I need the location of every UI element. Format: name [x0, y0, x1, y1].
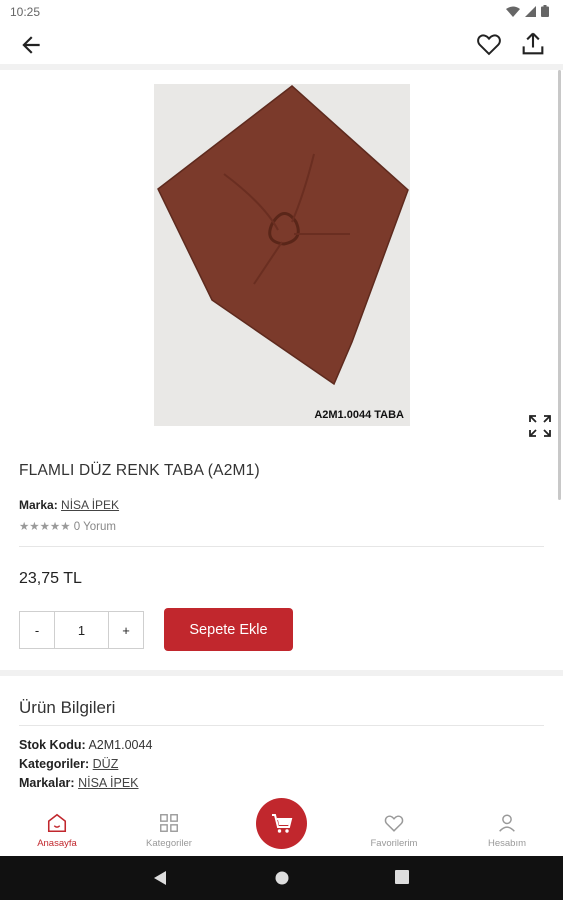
quantity-input[interactable]: 1: [54, 612, 109, 648]
system-back-icon[interactable]: [153, 870, 167, 886]
category-link[interactable]: DÜZ: [93, 757, 119, 771]
header-divider: [0, 64, 563, 70]
brands-link[interactable]: NİSA İPEK: [78, 776, 138, 790]
scarf-image: [157, 85, 409, 386]
system-navigation-bar: [0, 856, 563, 900]
share-upload-icon[interactable]: [519, 30, 547, 58]
brands-row: Markalar: NİSA İPEK: [19, 776, 139, 790]
status-time: 10:25: [10, 5, 41, 19]
brands-label: Markalar:: [19, 776, 75, 790]
nav-categories-label: Kategoriler: [146, 838, 192, 849]
shopping-cart-icon: [271, 813, 292, 833]
brand-link[interactable]: NİSA İPEK: [61, 498, 119, 512]
image-caption: A2M1.0044 TABA: [314, 409, 404, 421]
product-title: FLAMLI DÜZ RENK TABA (A2M1): [19, 462, 260, 479]
nav-account[interactable]: Hesabım: [462, 812, 552, 849]
rating-stars: ★★★★★: [19, 521, 71, 533]
nav-account-label: Hesabım: [487, 838, 526, 849]
brand-label: Marka:: [19, 498, 58, 512]
signal-icon: [525, 5, 536, 17]
nav-favorites-label: Favorilerim: [370, 838, 418, 849]
stock-code-row: Stok Kodu: A2M1.0044: [19, 738, 152, 752]
category-label: Kategoriler:: [19, 757, 90, 771]
system-home-icon[interactable]: [274, 870, 290, 886]
nav-home-label: Anasayfa: [37, 838, 77, 849]
product-price: 23,75 TL: [19, 570, 82, 587]
nav-categories[interactable]: Kategoriler: [124, 812, 214, 849]
user-icon: [499, 814, 515, 832]
divider: [19, 546, 544, 547]
nav-home[interactable]: Anasayfa: [12, 812, 102, 849]
add-to-cart-button[interactable]: Sepete Ekle: [164, 608, 293, 651]
stock-code-label: Stok Kodu:: [19, 738, 86, 752]
rating-row[interactable]: ★★★★★ 0 Yorum: [19, 519, 116, 533]
fullscreen-expand-icon[interactable]: [528, 414, 552, 438]
scrollbar[interactable]: [558, 70, 561, 500]
system-recents-icon[interactable]: [395, 870, 409, 884]
back-arrow-icon[interactable]: [18, 32, 44, 58]
wifi-icon: [506, 6, 520, 17]
product-image[interactable]: A2M1.0044 TABA: [154, 84, 410, 426]
status-icons: [506, 5, 549, 17]
quantity-stepper: - 1 +: [19, 611, 144, 649]
brand-row: Marka: NİSA İPEK: [19, 498, 119, 512]
status-bar: 10:25: [0, 0, 563, 24]
section-divider: [0, 670, 563, 676]
divider: [19, 725, 544, 726]
increase-quantity-button[interactable]: +: [109, 612, 143, 648]
decrease-quantity-button[interactable]: -: [20, 612, 54, 648]
home-icon: [47, 813, 67, 833]
heart-icon: [384, 815, 404, 832]
nav-favorites[interactable]: Favorilerim: [349, 812, 439, 849]
stock-code-value: A2M1.0044: [88, 738, 153, 752]
battery-icon: [541, 5, 549, 17]
product-info-title: Ürün Bilgileri: [19, 698, 116, 717]
review-count: 0 Yorum: [73, 521, 116, 533]
cart-fab-button[interactable]: [256, 798, 307, 849]
grid-icon: [160, 814, 178, 832]
category-row: Kategoriler: DÜZ: [19, 757, 118, 771]
top-app-bar: [0, 24, 563, 64]
favorite-heart-icon[interactable]: [475, 30, 503, 58]
